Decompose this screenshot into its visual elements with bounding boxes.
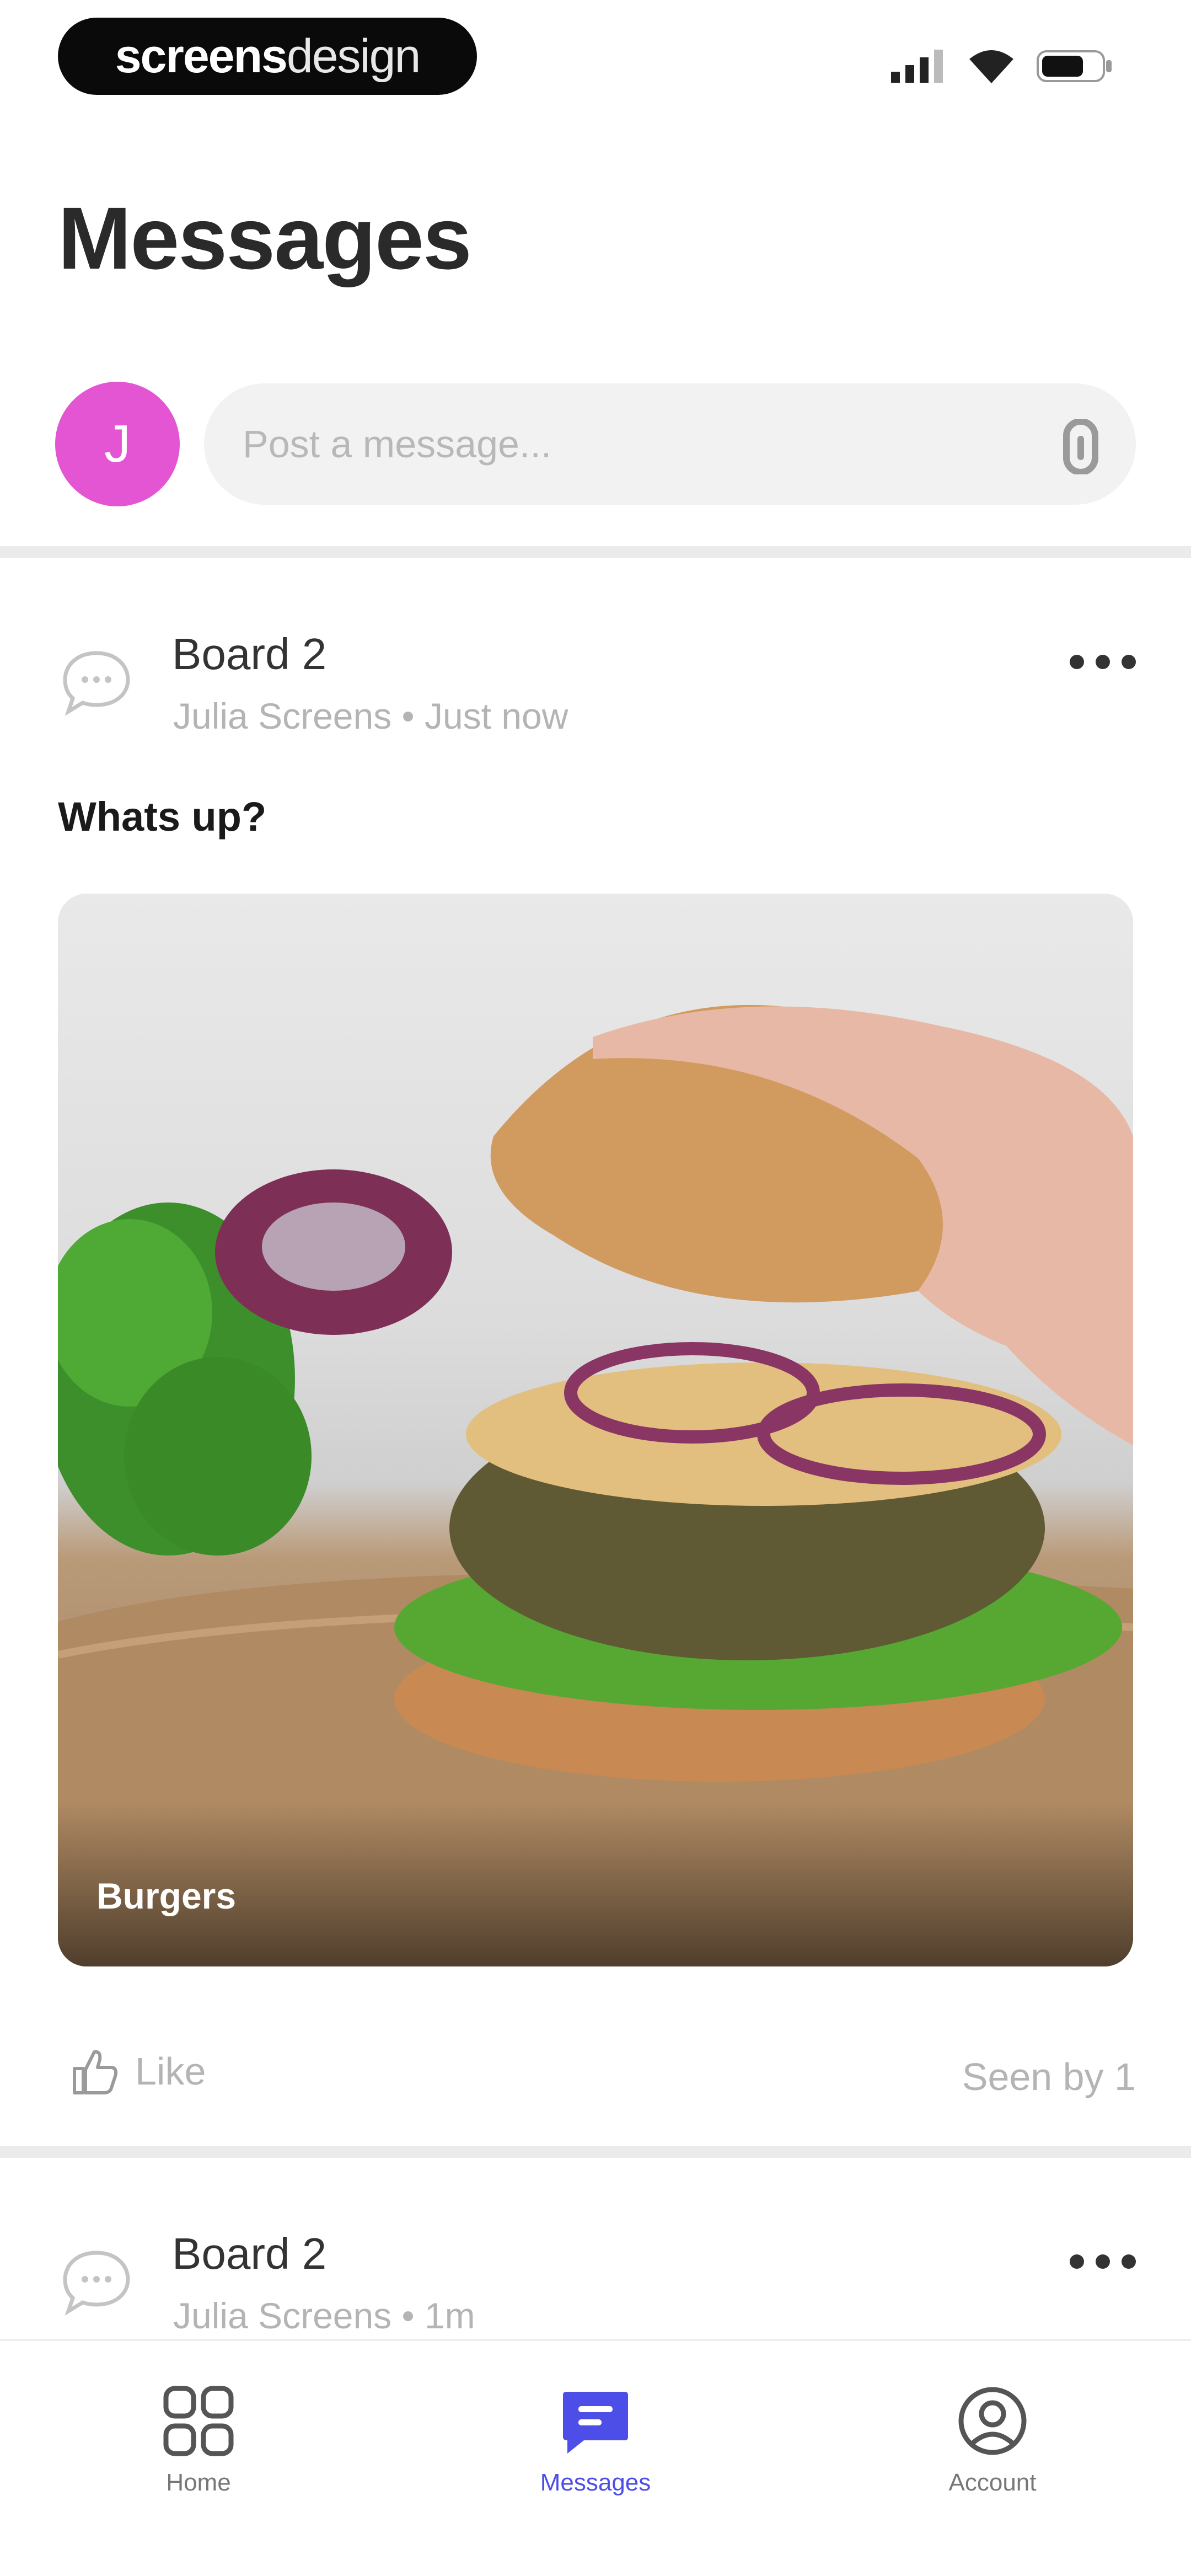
post-actions: Like Seen by 1 <box>58 2035 1136 2113</box>
more-options-button[interactable] <box>1070 2245 1136 2278</box>
battery-icon <box>1037 50 1112 82</box>
tab-bar: Home Messages Account <box>0 2339 1191 2576</box>
post-board-name[interactable]: Board 2 <box>172 2228 326 2279</box>
post-text: Whats up? <box>58 794 267 840</box>
message-composer: J <box>55 381 1136 507</box>
post-meta: Julia Screens • Just now <box>173 696 568 736</box>
status-icons <box>891 44 1114 88</box>
post-meta: Julia Screens • 1m <box>173 2295 475 2336</box>
avatar[interactable]: J <box>55 382 180 506</box>
tab-account[interactable]: Account <box>882 2385 1103 2518</box>
post-message-input[interactable] <box>204 383 1136 505</box>
image-caption: Burgers <box>96 1875 237 1916</box>
grid-icon <box>163 2386 234 2456</box>
like-label: Like <box>135 2050 206 2093</box>
brand-logo-light: design <box>286 29 421 83</box>
brand-logo-bold: screens <box>115 29 288 83</box>
chat-bubble-icon <box>63 2251 130 2316</box>
wifi-icon <box>969 50 1013 83</box>
tab-label: Messages <box>540 2469 651 2496</box>
chat-bubble-icon <box>63 651 130 717</box>
more-options-button[interactable] <box>1070 645 1136 678</box>
like-button[interactable]: Like <box>69 2046 206 2096</box>
post-header: Board 2 Julia Screens • 1m <box>55 2223 1136 2350</box>
post-header: Board 2 Julia Screens • Just now <box>55 623 1136 750</box>
attachment-icon[interactable] <box>1059 419 1103 474</box>
tab-home[interactable]: Home <box>88 2385 309 2518</box>
status-bar: screens design <box>0 0 1191 110</box>
page-title: Messages <box>58 189 472 287</box>
tab-messages[interactable]: Messages <box>485 2385 706 2518</box>
post-board-name[interactable]: Board 2 <box>172 629 326 680</box>
tab-label: Home <box>166 2469 231 2496</box>
post-image[interactable]: Burgers <box>58 894 1133 1966</box>
account-icon <box>958 2387 1027 2455</box>
divider <box>0 2146 1191 2158</box>
divider <box>0 546 1191 558</box>
chat-icon <box>563 2392 628 2454</box>
tab-label: Account <box>948 2469 1037 2496</box>
signal-icon <box>891 50 943 83</box>
seen-by-text[interactable]: Seen by 1 <box>962 2055 1136 2099</box>
brand-logo: screens design <box>58 18 477 95</box>
thumbs-up-icon <box>73 2050 118 2094</box>
